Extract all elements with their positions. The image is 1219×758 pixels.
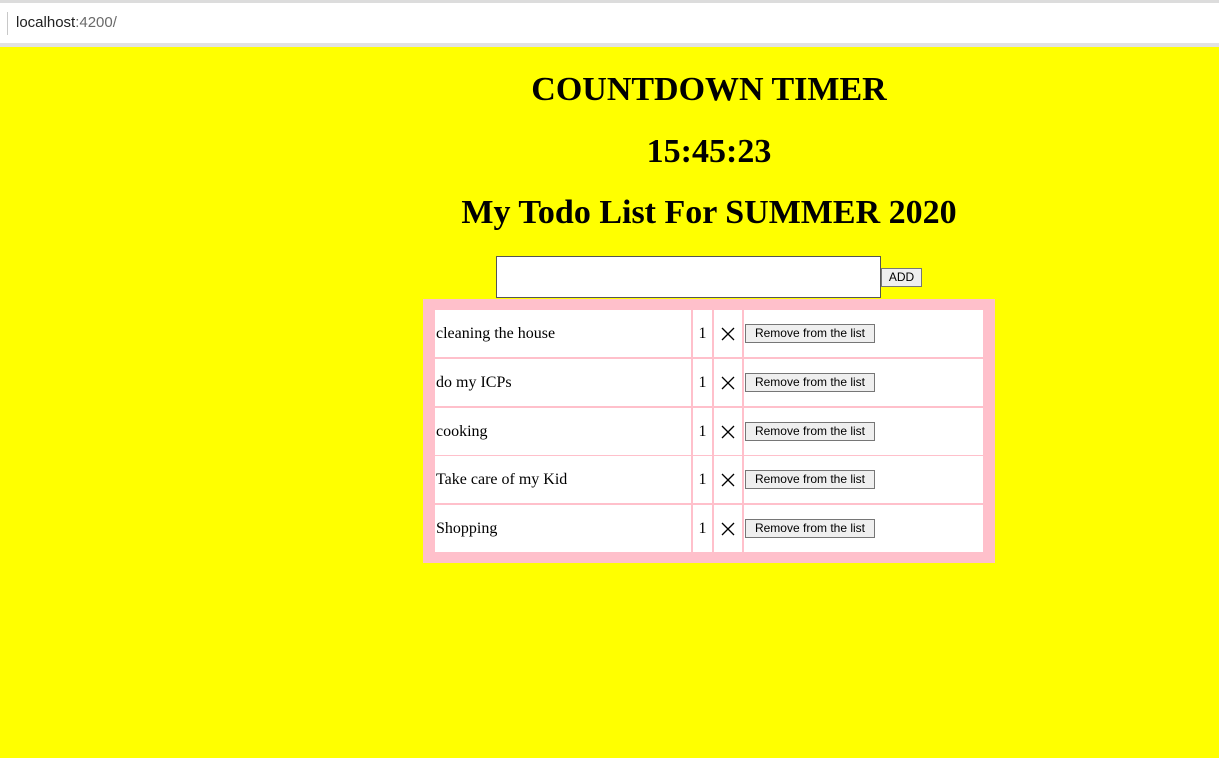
close-icon[interactable] [714, 456, 742, 503]
todo-count: 1 [693, 310, 712, 357]
countdown-timer: 15:45:23 [646, 133, 772, 170]
remove-button[interactable]: Remove from the list [745, 519, 875, 538]
table-row: Shopping 1 Remove from the list [435, 505, 983, 552]
close-icon[interactable] [714, 359, 742, 406]
table-row: Take care of my Kid 1 Remove from the li… [435, 456, 983, 503]
remove-button[interactable]: Remove from the list [745, 470, 875, 489]
address-bar-divider [7, 12, 8, 35]
todo-count: 1 [693, 505, 712, 552]
table-row: cooking 1 Remove from the list [435, 408, 983, 455]
url-host: localhost [16, 14, 76, 31]
url-path: :4200/ [75, 14, 117, 31]
remove-button[interactable]: Remove from the list [745, 324, 875, 343]
todo-action-cell: Remove from the list [744, 505, 983, 552]
remove-button[interactable]: Remove from the list [745, 373, 875, 392]
todo-action-cell: Remove from the list [744, 310, 983, 357]
todo-count: 1 [693, 456, 712, 503]
todo-text: cooking [435, 408, 691, 455]
todo-text: cleaning the house [435, 310, 691, 357]
todo-text: Take care of my Kid [435, 456, 691, 503]
todo-action-cell: Remove from the list [744, 456, 983, 503]
close-icon[interactable] [714, 408, 742, 455]
todo-text: Shopping [435, 505, 691, 552]
todo-action-cell: Remove from the list [744, 408, 983, 455]
todo-table: cleaning the house 1 Remove from the lis… [423, 299, 995, 563]
table-row: cleaning the house 1 Remove from the lis… [435, 310, 983, 357]
add-button[interactable]: ADD [881, 268, 922, 287]
close-icon[interactable] [714, 505, 742, 552]
todo-text: do my ICPs [435, 359, 691, 406]
countdown-title: COUNTDOWN TIMER [531, 71, 887, 108]
todo-count: 1 [693, 408, 712, 455]
todo-input[interactable] [496, 256, 881, 298]
browser-address-bar[interactable]: localhost:4200/ [0, 0, 1219, 47]
url-text[interactable]: localhost:4200/ [16, 14, 117, 31]
todo-count: 1 [693, 359, 712, 406]
todo-list-title: My Todo List For SUMMER 2020 [461, 194, 957, 231]
close-icon[interactable] [714, 310, 742, 357]
page-body: COUNTDOWN TIMER 15:45:23 My Todo List Fo… [0, 47, 1219, 758]
table-row: do my ICPs 1 Remove from the list [435, 359, 983, 406]
todo-action-cell: Remove from the list [744, 359, 983, 406]
remove-button[interactable]: Remove from the list [745, 422, 875, 441]
